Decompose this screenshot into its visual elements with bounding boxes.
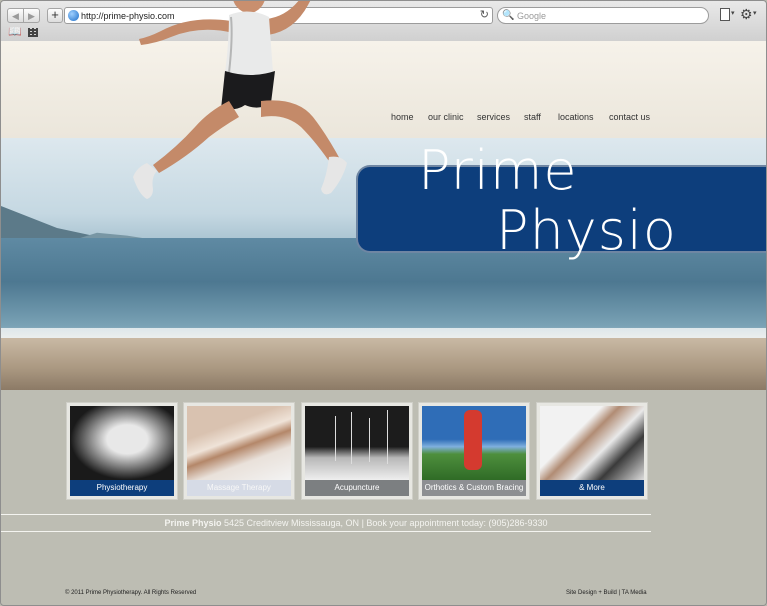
back-button[interactable]: ◀ <box>7 8 24 23</box>
tile-label: & More <box>540 480 644 496</box>
copyright-text: © 2011 Prime Physiotherapy. All Rights R… <box>65 590 197 596</box>
chevron-down-icon[interactable]: ▾ <box>753 9 757 17</box>
more-photo <box>540 406 644 480</box>
nav-our-clinic[interactable]: our clinic <box>428 112 464 122</box>
page-menu-icon[interactable] <box>720 8 730 21</box>
nav-services[interactable]: services <box>477 112 510 122</box>
physiotherapy-photo <box>70 406 174 480</box>
site-credit-link[interactable]: Site Design + Build | TA Media <box>566 590 647 596</box>
logo-text-prime: Prime <box>418 139 578 202</box>
web-page: home our clinic services staff locations… <box>1 1 766 605</box>
reload-icon[interactable]: ↻ <box>480 8 489 23</box>
nav-locations[interactable]: locations <box>558 112 594 122</box>
divider <box>1 531 651 532</box>
tile-acupuncture[interactable]: Acupuncture <box>301 402 413 500</box>
tile-orthotics-bracing[interactable]: Orthotics & Custom Bracing <box>418 402 530 500</box>
browser-window: ◀ ▶ + http://prime-physio.com ↻ 🔍 Google… <box>0 0 767 606</box>
runner-photo <box>133 1 347 199</box>
footer-booking: Book your appointment today: (905)286-93… <box>366 518 548 528</box>
massage-photo <box>187 406 291 480</box>
nav-staff[interactable]: staff <box>524 112 541 122</box>
nav-home[interactable]: home <box>391 112 414 122</box>
tile-label: Acupuncture <box>305 480 409 496</box>
top-sites-icon[interactable] <box>28 28 38 37</box>
logo-text-physio: Physio <box>496 199 677 262</box>
forward-button[interactable]: ▶ <box>23 8 40 23</box>
chevron-down-icon[interactable]: ▾ <box>731 9 735 17</box>
tile-massage-therapy[interactable]: Massage Therapy <box>183 402 295 500</box>
footer-address: 5425 Creditview Mississauga, ON <box>223 518 360 528</box>
divider <box>1 514 651 515</box>
tile-and-more[interactable]: & More <box>536 402 648 500</box>
acupuncture-photo <box>305 406 409 480</box>
search-input[interactable]: Google <box>517 9 546 23</box>
gear-icon[interactable]: ⚙ <box>740 5 753 23</box>
nav-contact-us[interactable]: contact us <box>609 112 650 122</box>
bookmarks-icon[interactable]: 📖 <box>8 27 22 38</box>
tile-label: Massage Therapy <box>187 480 291 496</box>
search-icon: 🔍 <box>502 10 515 21</box>
address-line: Prime Physio 5425 Creditview Mississauga… <box>1 516 711 530</box>
tile-label: Physiotherapy <box>70 480 174 496</box>
search-field[interactable]: 🔍 Google <box>497 7 709 24</box>
beach-sand <box>1 338 766 390</box>
tile-physiotherapy[interactable]: Physiotherapy <box>66 402 178 500</box>
orthotics-photo <box>422 406 526 480</box>
tile-label: Orthotics & Custom Bracing <box>422 480 526 496</box>
footer-brand: Prime Physio <box>164 518 222 528</box>
footer-separator: | <box>361 518 364 528</box>
